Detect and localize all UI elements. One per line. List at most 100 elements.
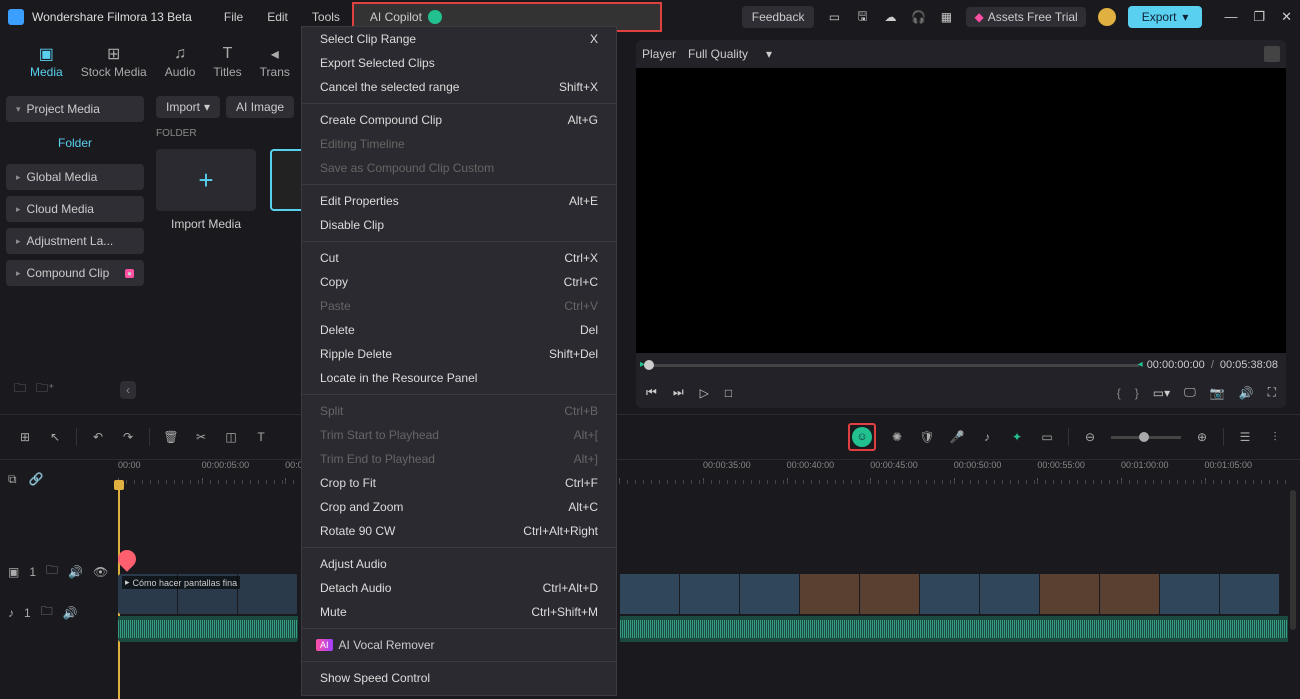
- menu-locate-resource[interactable]: Locate in the Resource Panel: [302, 366, 616, 390]
- menu-show-speed-control[interactable]: Show Speed Control: [302, 666, 616, 690]
- import-media-thumb[interactable]: + Import Media: [156, 149, 256, 231]
- import-button[interactable]: Import▾: [156, 96, 220, 118]
- monitor-icon[interactable]: ▭: [826, 9, 842, 25]
- split-button[interactable]: ✂: [192, 428, 210, 446]
- menu-ai-vocal-remover[interactable]: AIAI Vocal Remover: [302, 633, 616, 657]
- step-forward-button[interactable]: ⏭: [673, 385, 684, 400]
- sidebar-compound-clip[interactable]: ▸Compound Clip●: [6, 260, 144, 286]
- mute-icon[interactable]: 🔊: [68, 565, 83, 579]
- menu-edit-properties[interactable]: Edit PropertiesAlt+E: [302, 189, 616, 213]
- menu-mute[interactable]: MuteCtrl+Shift+M: [302, 600, 616, 624]
- menu-disable-clip[interactable]: Disable Clip: [302, 213, 616, 237]
- copilot-timeline-button[interactable]: ☺: [848, 423, 876, 451]
- scrub-handle[interactable]: [644, 360, 654, 370]
- close-button[interactable]: ✕: [1281, 9, 1292, 25]
- maximize-button[interactable]: ❐: [1253, 9, 1265, 25]
- timeline-link-icon[interactable]: 🔗: [29, 472, 44, 487]
- folder-icon[interactable]: 🗀: [46, 561, 58, 582]
- timeline-ruler[interactable]: 00:0000:00:05:0000:00:10:0000:00:35:0000…: [118, 460, 1288, 484]
- video-track-header[interactable]: ▣ 1 🗀 🔊 👁: [8, 561, 110, 582]
- menu-crop-and-zoom[interactable]: Crop and ZoomAlt+C: [302, 495, 616, 519]
- ai-image-button[interactable]: AI Image: [226, 96, 294, 118]
- snapshot-button[interactable]: 📷: [1210, 386, 1225, 400]
- fullscreen-button[interactable]: ⛶: [1268, 385, 1276, 400]
- audio-track-header[interactable]: ♪ 1 🗀 🔊: [8, 602, 110, 623]
- ai-tool-icon[interactable]: ✦: [1008, 428, 1026, 446]
- zoom-in-button[interactable]: ⊕: [1193, 428, 1211, 446]
- grid-tool-icon[interactable]: ⊞: [16, 428, 34, 446]
- folder-icon[interactable]: 🗀: [41, 602, 53, 623]
- new-folder-icon[interactable]: 🗀: [14, 379, 26, 400]
- menu-file[interactable]: File: [212, 2, 255, 32]
- tab-media[interactable]: ▣Media: [30, 45, 63, 79]
- zoom-out-button[interactable]: ⊖: [1081, 428, 1099, 446]
- color-tool-icon[interactable]: ✺: [888, 428, 906, 446]
- sidebar-cloud-media[interactable]: ▸Cloud Media: [6, 196, 144, 222]
- marker-tool-icon[interactable]: ▭: [1038, 428, 1056, 446]
- video-preview[interactable]: [636, 68, 1286, 353]
- menu-cancel-selected-range[interactable]: Cancel the selected rangeShift+X: [302, 75, 616, 99]
- avatar[interactable]: [1098, 8, 1116, 26]
- menu-select-clip-range[interactable]: Select Clip RangeX: [302, 27, 616, 51]
- text-tool-button[interactable]: T: [252, 428, 270, 446]
- display-icon[interactable]: 🖵: [1184, 385, 1196, 400]
- preview-scrub-slider[interactable]: ▸ ◂: [644, 364, 1139, 367]
- feedback-button[interactable]: Feedback: [742, 6, 815, 28]
- out-marker-icon[interactable]: ◂: [1138, 359, 1143, 370]
- cursor-tool-icon[interactable]: ↖: [46, 428, 64, 446]
- delete-button[interactable]: 🗑: [162, 428, 180, 446]
- menu-detach-audio[interactable]: Detach AudioCtrl+Alt+D: [302, 576, 616, 600]
- quality-dropdown[interactable]: Full Quality▾: [688, 47, 772, 61]
- menu-copy[interactable]: CopyCtrl+C: [302, 270, 616, 294]
- audio-clip[interactable]: [620, 616, 1288, 642]
- aspect-icon[interactable]: ▭▾: [1153, 386, 1170, 400]
- video-clip[interactable]: [620, 574, 1288, 614]
- tab-audio[interactable]: ♫Audio: [165, 45, 196, 79]
- tab-transitions[interactable]: ◂Trans: [260, 45, 290, 79]
- export-button[interactable]: Export ▾: [1128, 6, 1203, 28]
- audio-clip[interactable]: [118, 616, 298, 642]
- preview-settings-icon[interactable]: [1264, 46, 1280, 62]
- prev-frame-button[interactable]: ⏮: [646, 385, 657, 400]
- menu-ripple-delete[interactable]: Ripple DeleteShift+Del: [302, 342, 616, 366]
- crop-button[interactable]: ◫: [222, 428, 240, 446]
- music-icon[interactable]: ♪: [978, 428, 996, 446]
- sidebar-global-media[interactable]: ▸Global Media: [6, 164, 144, 190]
- tab-stock-media[interactable]: ⊞Stock Media: [81, 45, 147, 79]
- menu-cut[interactable]: CutCtrl+X: [302, 246, 616, 270]
- stop-button[interactable]: □: [725, 386, 732, 400]
- list-view-icon[interactable]: ☰: [1236, 428, 1254, 446]
- meter-icon[interactable]: ⫶: [1266, 428, 1284, 446]
- timeline-scrollbar[interactable]: [1290, 490, 1296, 630]
- menu-rotate-90-cw[interactable]: Rotate 90 CWCtrl+Alt+Right: [302, 519, 616, 543]
- menu-adjust-audio[interactable]: Adjust Audio: [302, 552, 616, 576]
- menu-uniform-speed[interactable]: Uniform SpeedCtrl+R: [302, 690, 616, 696]
- visibility-icon[interactable]: 👁: [93, 565, 108, 579]
- menu-edit[interactable]: Edit: [255, 2, 300, 32]
- menu-create-compound-clip[interactable]: Create Compound ClipAlt+G: [302, 108, 616, 132]
- mark-in-button[interactable]: {: [1117, 386, 1121, 400]
- sidebar-project-media[interactable]: ▾Project Media: [6, 96, 144, 122]
- headphones-icon[interactable]: 🎧: [910, 9, 926, 25]
- save-icon[interactable]: 🖫: [854, 9, 870, 25]
- sidebar-adjustment-layer[interactable]: ▸Adjustment La...: [6, 228, 144, 254]
- tab-titles[interactable]: TTitles: [213, 45, 241, 79]
- mark-out-button[interactable]: }: [1135, 386, 1139, 400]
- video-clip[interactable]: ▸Cómo hacer pantallas fina: [118, 574, 298, 614]
- assets-button[interactable]: ◆ Assets Free Trial: [966, 7, 1085, 27]
- shield-icon[interactable]: 🛡: [918, 428, 936, 446]
- folder-plus-icon[interactable]: 🗀⁺: [36, 379, 54, 400]
- grid-icon[interactable]: ▦: [938, 9, 954, 25]
- mic-icon[interactable]: 🎤: [948, 428, 966, 446]
- menu-delete[interactable]: DeleteDel: [302, 318, 616, 342]
- redo-button[interactable]: ↷: [119, 428, 137, 446]
- undo-button[interactable]: ↶: [89, 428, 107, 446]
- menu-crop-to-fit[interactable]: Crop to FitCtrl+F: [302, 471, 616, 495]
- timeline-layers-icon[interactable]: ⧉: [8, 472, 17, 487]
- menu-export-selected-clips[interactable]: Export Selected Clips: [302, 51, 616, 75]
- zoom-slider[interactable]: [1111, 436, 1181, 439]
- collapse-sidebar-button[interactable]: ‹: [120, 381, 136, 399]
- minimize-button[interactable]: —: [1224, 9, 1237, 25]
- sidebar-folder-label[interactable]: Folder: [6, 128, 144, 158]
- play-button[interactable]: ▷: [700, 386, 709, 400]
